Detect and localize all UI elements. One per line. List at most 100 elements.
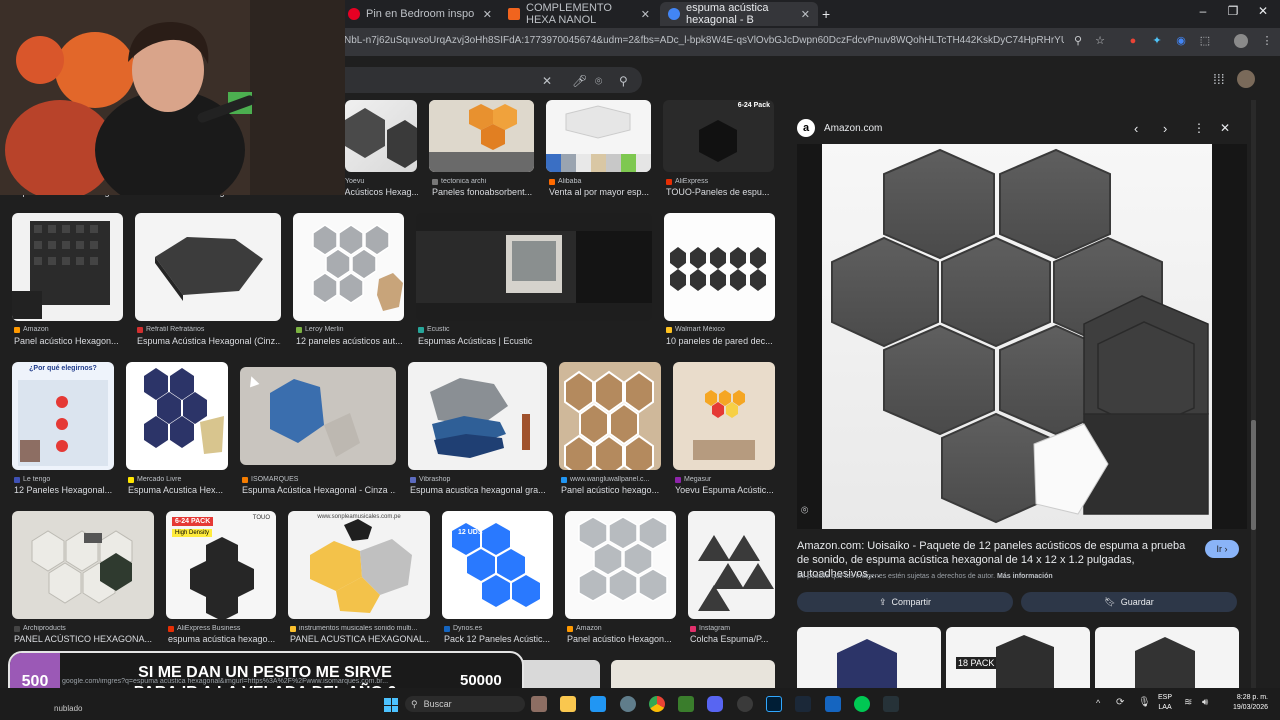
result-title[interactable]: Panel acústico Hexagon... bbox=[567, 634, 677, 644]
clear-search-icon[interactable]: ✕ bbox=[542, 74, 552, 88]
obs-icon[interactable] bbox=[737, 696, 753, 712]
image-result[interactable] bbox=[135, 213, 281, 321]
tray-chevron-icon[interactable]: ^ bbox=[1096, 698, 1100, 708]
lens-search-icon[interactable]: ⌾ bbox=[801, 503, 808, 518]
minimize-icon[interactable]: – bbox=[1188, 4, 1218, 18]
profile-avatar[interactable] bbox=[1234, 34, 1248, 48]
restore-icon[interactable]: ❐ bbox=[1218, 4, 1248, 18]
file-explorer-icon[interactable] bbox=[560, 696, 576, 712]
image-result[interactable] bbox=[126, 362, 228, 470]
clock[interactable]: 8:28 p. m. 19/03/2026 bbox=[1222, 693, 1268, 713]
app-green-icon[interactable] bbox=[854, 696, 870, 712]
extension-red-icon[interactable]: ● bbox=[1126, 34, 1140, 48]
image-result[interactable] bbox=[565, 511, 676, 619]
result-title[interactable]: Paneles fonoabsorbent... bbox=[432, 187, 532, 197]
bookmark-star-icon[interactable]: ☆ bbox=[1093, 34, 1107, 48]
image-result[interactable] bbox=[673, 362, 775, 470]
tray-icon[interactable]: ⟳ bbox=[1116, 697, 1124, 708]
result-title[interactable]: PANEL ACUSTICA HEXAGONAL... bbox=[290, 634, 430, 644]
image-result[interactable] bbox=[664, 213, 775, 321]
result-title[interactable]: Yoevu Espuma Acústic... bbox=[675, 485, 775, 495]
apps-grid-icon[interactable]: ⁞⁞⁞ bbox=[1213, 71, 1225, 87]
photoshop-icon[interactable] bbox=[766, 696, 782, 712]
result-title[interactable]: 12 paneles acústicos aut... bbox=[296, 336, 404, 346]
language-indicator[interactable]: ESP LAA bbox=[1158, 693, 1172, 713]
image-result[interactable] bbox=[12, 511, 154, 619]
result-title[interactable]: PANEL ACÚSTICO HEXAGONA... bbox=[14, 634, 154, 644]
wifi-icon[interactable]: ≋ bbox=[1184, 697, 1192, 708]
tab-google-active[interactable]: espuma acústica hexagonal - B ✕ bbox=[660, 2, 818, 26]
tab-etsy[interactable]: COMPLEMENTO HEXA NANOL ✕ bbox=[500, 2, 658, 26]
prev-arrow-icon[interactable]: ‹ bbox=[1134, 121, 1138, 136]
microphone-icon[interactable]: 🎙︎ bbox=[1138, 697, 1151, 708]
image-result[interactable]: ¿Por qué elegirnos? bbox=[12, 362, 114, 470]
volume-icon[interactable]: 🔊︎ bbox=[1202, 697, 1208, 708]
account-avatar[interactable] bbox=[1237, 70, 1255, 88]
taskbar-app-icon[interactable] bbox=[531, 696, 547, 712]
zoom-icon[interactable]: ⚲ bbox=[1071, 34, 1085, 48]
share-button[interactable]: ⇪ Compartir bbox=[797, 592, 1013, 612]
menu-kebab-icon[interactable]: ⋮ bbox=[1260, 34, 1274, 48]
visit-button[interactable]: Ir › bbox=[1205, 540, 1239, 558]
image-result[interactable] bbox=[345, 100, 417, 172]
result-title[interactable]: 10 paneles de pared dec... bbox=[666, 336, 774, 346]
result-title[interactable]: Panel acústico Hexagon... bbox=[14, 336, 124, 346]
more-options-icon[interactable]: ⋮ bbox=[1193, 121, 1205, 135]
close-icon[interactable]: ✕ bbox=[641, 8, 650, 21]
result-title[interactable]: 12 Paneles Hexagonal... bbox=[14, 485, 114, 495]
image-result[interactable] bbox=[408, 362, 547, 470]
save-button[interactable]: 🔖︎ Guardar bbox=[1021, 592, 1237, 612]
result-title[interactable]: Espuma Acústica Hexagonal (Cinz... bbox=[137, 336, 281, 346]
image-result[interactable] bbox=[688, 511, 775, 619]
close-icon[interactable]: ✕ bbox=[483, 8, 492, 21]
result-title[interactable]: Colcha Espuma/P... bbox=[690, 634, 776, 644]
result-title[interactable]: espuma acústica hexago... bbox=[168, 634, 276, 644]
search-icon[interactable]: ⚲ bbox=[619, 74, 628, 88]
app-icon[interactable] bbox=[825, 696, 841, 712]
result-title[interactable]: Espuma Acustica Hex... bbox=[128, 485, 228, 495]
settings-icon[interactable] bbox=[620, 696, 636, 712]
weather-text[interactable]: nublado bbox=[54, 704, 82, 713]
image-result[interactable] bbox=[429, 100, 534, 172]
lens-icon[interactable]: ⌾ bbox=[595, 74, 602, 89]
image-result[interactable] bbox=[611, 660, 775, 688]
result-title[interactable]: Espumas Acústicas | Ecustic bbox=[418, 336, 618, 346]
preview-image[interactable] bbox=[822, 144, 1212, 529]
image-result[interactable] bbox=[12, 213, 123, 321]
extension-translate-icon[interactable]: ✦ bbox=[1150, 34, 1164, 48]
image-result[interactable] bbox=[293, 213, 404, 321]
image-result[interactable]: 6-24 Pack bbox=[663, 100, 774, 172]
preview-site-name[interactable]: Amazon.com bbox=[824, 123, 882, 134]
image-result[interactable] bbox=[559, 362, 661, 470]
next-arrow-icon[interactable]: › bbox=[1163, 121, 1167, 136]
image-result[interactable]: www.sonpleamusicales.com.pe bbox=[288, 511, 430, 619]
voice-search-icon[interactable]: 🎤︎ bbox=[572, 74, 587, 88]
image-result[interactable]: 6-24 PACK High Density TOUO bbox=[166, 511, 276, 619]
image-result[interactable] bbox=[240, 367, 396, 465]
result-title[interactable]: Espuma Acústica Hexagonal - Cinza ... bbox=[242, 485, 396, 495]
discord-icon[interactable] bbox=[707, 696, 723, 712]
taskbar-search[interactable]: ⚲ Buscar bbox=[405, 696, 525, 712]
tab-pinterest[interactable]: Pin en Bedroom inspo ✕ bbox=[340, 2, 500, 26]
minecraft-icon[interactable] bbox=[678, 696, 694, 712]
more-info-link[interactable]: Más información bbox=[997, 573, 1053, 580]
result-title[interactable]: Venta al por mayor esp... bbox=[549, 187, 649, 197]
app-dark-icon[interactable] bbox=[883, 696, 899, 712]
chrome-icon[interactable] bbox=[649, 696, 665, 712]
related-image[interactable] bbox=[797, 627, 941, 688]
scrollbar-thumb[interactable] bbox=[1251, 420, 1256, 530]
address-bar[interactable]: NbL-n7j62uSquvsoUrqAzvj3oHh8SIFdA:177397… bbox=[344, 35, 1064, 46]
image-result[interactable] bbox=[416, 213, 652, 321]
related-image[interactable] bbox=[1095, 627, 1239, 688]
extension-blue-icon[interactable]: ◉ bbox=[1174, 34, 1188, 48]
image-result[interactable]: 12 UDS bbox=[442, 511, 553, 619]
result-title[interactable]: Panel acústico hexago... bbox=[561, 485, 661, 495]
image-result[interactable] bbox=[546, 100, 651, 172]
new-tab-icon[interactable]: + bbox=[822, 6, 830, 22]
related-image[interactable]: 18 PACK bbox=[946, 627, 1090, 688]
close-icon[interactable]: ✕ bbox=[801, 8, 810, 21]
store-icon[interactable] bbox=[590, 696, 606, 712]
preview-scrollbar[interactable] bbox=[1251, 100, 1256, 688]
close-preview-icon[interactable]: ✕ bbox=[1220, 121, 1230, 135]
windows-start-icon[interactable] bbox=[384, 698, 398, 712]
